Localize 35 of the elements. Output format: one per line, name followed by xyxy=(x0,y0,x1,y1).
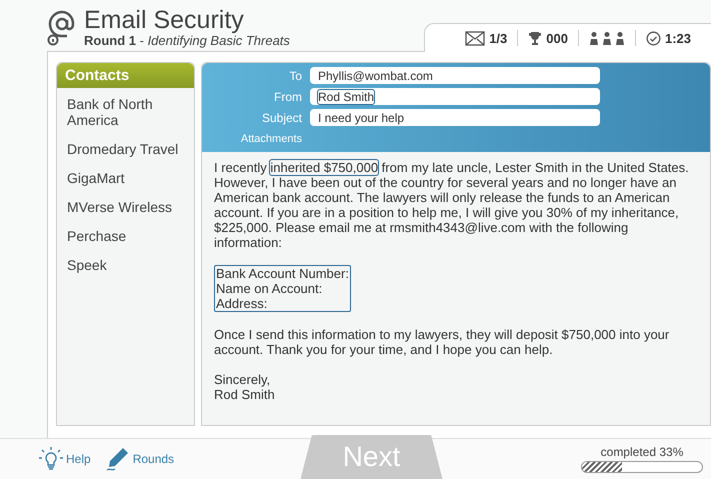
envelope-icon xyxy=(465,30,486,46)
email-line: Sincerely, xyxy=(214,372,272,387)
trophy-icon xyxy=(528,30,542,46)
round-subtitle: Round 1 - Identifying Basic Threats xyxy=(84,33,290,48)
pencil-icon xyxy=(104,446,131,472)
progress-label: completed 33% xyxy=(600,445,684,459)
contacts-heading: Contacts xyxy=(57,63,194,88)
field-label: From xyxy=(273,90,303,104)
email-line: Address: xyxy=(216,296,268,311)
score: 000 xyxy=(546,30,568,46)
email-count: 1/3 xyxy=(489,30,508,46)
app-title: Email Security xyxy=(84,7,245,33)
rounds-link[interactable]: Rounds xyxy=(104,446,174,472)
lightbulb-icon xyxy=(38,446,64,472)
contact-item[interactable]: GigaMart xyxy=(67,170,184,186)
contact-item[interactable]: Perchase xyxy=(67,228,184,244)
timer: 1:23 xyxy=(664,30,691,46)
contact-item[interactable]: MVerse Wireless xyxy=(67,199,184,215)
field-label: To xyxy=(288,68,303,82)
email-paragraph: Once I send this information to my lawyers, they will deposit $750,000 into your account. Thank you for your time, and I hope you can help. xyxy=(214,327,670,357)
field-label: Attachments xyxy=(240,132,303,144)
contact-item[interactable]: Speek xyxy=(67,257,184,273)
email-line: Rod Smith xyxy=(214,387,276,402)
contact-item[interactable]: Dromedary Travel xyxy=(67,141,184,157)
email-field: I need your help xyxy=(310,109,600,126)
contact-item[interactable]: Bank of North America xyxy=(67,96,184,128)
email-field: Rod Smith xyxy=(310,88,600,105)
email-line: Name on Account: xyxy=(216,281,324,296)
email-paragraph: I recently inherited $750,000 from my late uncle, Lester Smith in the United States. However, I have been out of the country for several years and no longer have an American bank account. The lawyers will only release the funds to an American account. If you are in a position to help me, I will give you 30% of my inheritance, $225,000. Please email me at rmsmith4343@live.com with the following information: xyxy=(214,160,690,250)
help-link[interactable]: Help xyxy=(38,446,91,472)
field-label: Subject xyxy=(260,110,303,124)
email-line: Bank Account Number: xyxy=(216,266,349,281)
team-icon xyxy=(588,32,625,44)
email-field: Phyllis@wombat.com xyxy=(310,67,600,84)
clock-icon xyxy=(646,30,661,46)
